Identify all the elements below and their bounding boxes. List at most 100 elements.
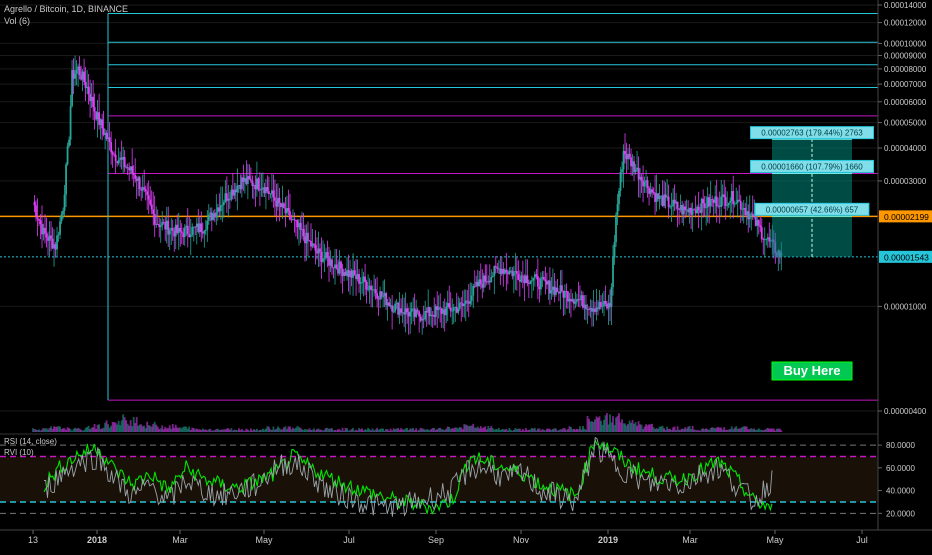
candle-body-145 <box>249 179 252 181</box>
candle-body-93 <box>171 228 174 231</box>
candle-body-305 <box>490 277 493 283</box>
candle-body-308 <box>494 266 497 268</box>
candle-body-460 <box>723 194 726 198</box>
candle-body-323 <box>517 273 520 280</box>
candle-body-233 <box>382 296 385 298</box>
candle-body-471 <box>739 200 742 210</box>
candle-body-401 <box>634 169 637 173</box>
horizontal-levels <box>0 12 878 401</box>
candle-body-150 <box>257 178 260 190</box>
candle-body-291 <box>469 300 472 304</box>
x-tick-label-7: 2019 <box>598 535 618 545</box>
candle-body-333 <box>532 277 535 281</box>
candle-body-136 <box>236 185 239 193</box>
target-zone: 0.00002763 (179.44%) 2763 0.00001660 (107… <box>750 126 874 381</box>
candle-body-24 <box>68 139 70 147</box>
candle-body-81 <box>153 214 156 225</box>
candle-body-75 <box>144 189 147 192</box>
candle-body-171 <box>289 211 291 220</box>
candle-body-167 <box>283 203 285 209</box>
price-chart[interactable]: 0.00002763 (179.44%) 2763 0.00001660 (107… <box>0 0 932 550</box>
price-candles <box>33 55 783 335</box>
rsi-tick-label-2: 40.0000 <box>886 487 915 496</box>
candle-body-283 <box>457 308 460 313</box>
candle-body-9 <box>45 233 48 238</box>
candle-body-174 <box>293 219 296 221</box>
candle-body-385 <box>610 287 613 307</box>
candle-body-397 <box>628 153 631 158</box>
candle-body-329 <box>526 275 529 284</box>
candle-body-446 <box>702 198 705 204</box>
y-axis: 0.00014000 0.00012000 0.00010000 0.00009000… <box>877 0 932 550</box>
x-tick-label-1: 2018 <box>87 535 107 545</box>
candle-body-219 <box>361 282 363 284</box>
candle-body-447 <box>703 203 706 208</box>
candle-body-241 <box>394 303 397 312</box>
candle-body-68 <box>134 174 137 179</box>
candle-body-156 <box>266 187 269 192</box>
y-tick-label-7: 0.00005000 <box>884 119 927 128</box>
candle-body-178 <box>299 223 302 230</box>
candle-body-188 <box>314 244 317 251</box>
candle-body-12 <box>50 235 52 239</box>
candle-body-126 <box>221 204 224 206</box>
candle-body-85 <box>159 225 162 228</box>
candle-body-264 <box>428 307 431 317</box>
candle-body-161 <box>274 197 276 201</box>
candle-body-8 <box>44 227 46 234</box>
candle-body-338 <box>539 278 542 290</box>
candle-body-407 <box>643 182 646 187</box>
candle-body-289 <box>466 300 469 302</box>
candle-body-390 <box>618 190 620 205</box>
candle-body-228 <box>374 289 377 294</box>
candle-body-76 <box>146 191 149 196</box>
candle-body-298 <box>479 279 482 285</box>
candle-body-66 <box>131 166 134 174</box>
price-grid <box>0 4 878 412</box>
candle-body-485 <box>760 227 763 240</box>
candle-body-388 <box>615 214 617 243</box>
candle-body-275 <box>445 306 448 316</box>
candle-body-115 <box>204 229 207 231</box>
candle-body-240 <box>392 311 395 313</box>
candle-body-455 <box>715 196 718 207</box>
candle-body-116 <box>206 220 209 230</box>
candle-body-429 <box>676 201 679 209</box>
candle-body-17 <box>57 234 60 236</box>
candle-body-391 <box>619 172 622 191</box>
candle-body-251 <box>409 311 412 317</box>
x-tick-label-5: Sep <box>428 535 444 545</box>
candle-body-46 <box>101 119 104 129</box>
candle-body-55 <box>114 154 117 162</box>
candle-body-196 <box>326 252 329 258</box>
candle-body-80 <box>152 209 155 215</box>
candle-body-152 <box>260 188 263 191</box>
candle-body-292 <box>470 295 473 301</box>
candle-body-157 <box>268 191 270 194</box>
candle-body-99 <box>180 231 183 233</box>
candle-body-3 <box>36 215 39 219</box>
candle-body-463 <box>727 202 730 206</box>
candle-body-4 <box>38 218 40 221</box>
buy-here-label: Buy Here <box>783 363 840 378</box>
candle-body-71 <box>138 177 141 190</box>
candle-body-340 <box>542 276 545 280</box>
candle-body-1 <box>33 201 36 206</box>
candle-body-78 <box>149 199 152 205</box>
candle-body-53 <box>111 152 114 155</box>
candle-body-439 <box>691 209 694 215</box>
candle-body-52 <box>110 142 113 153</box>
candle-body-199 <box>331 259 333 268</box>
candle-body-452 <box>711 199 714 201</box>
rsi-tick-label-0: 80.0000 <box>886 441 915 450</box>
candle-body-354 <box>564 291 566 298</box>
candle-body-51 <box>108 137 111 143</box>
candle-body-239 <box>391 305 394 312</box>
candle-body-458 <box>720 196 723 207</box>
candle-body-101 <box>183 227 186 238</box>
y-tick-label-1: 0.00012000 <box>884 19 927 28</box>
candle-body-389 <box>616 204 619 215</box>
chart-title: Agrello / Bitcoin, 1D, BINANCE <box>4 4 129 14</box>
candle-body-361 <box>574 301 577 304</box>
y-tick-label-0: 0.00014000 <box>884 1 927 10</box>
